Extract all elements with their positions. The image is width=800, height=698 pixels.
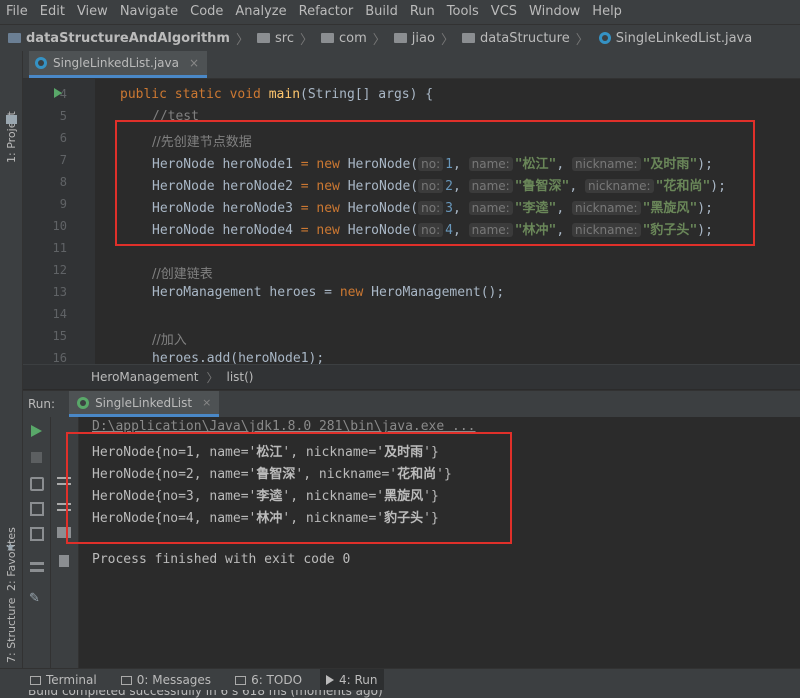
- run-gutter-icon[interactable]: [54, 88, 62, 98]
- bottom-tool-bar: Terminal 0: Messages 6: TODO 4: Run: [0, 668, 800, 691]
- menu-bar: File Edit View Navigate Code Analyze Refactor B…: [0, 0, 800, 24]
- line-number: 14: [52, 307, 67, 321]
- line-number: 8: [59, 175, 67, 189]
- status-message: Build completed successfully in 6 s 618 …: [28, 690, 383, 698]
- messages-tab[interactable]: 0: Messages: [115, 669, 217, 691]
- line-number: 16: [52, 351, 67, 365]
- code-highlight-box: [115, 120, 755, 246]
- left-tool-strip: 1: Project 2: Favorites ★ 7: Structure: [0, 51, 23, 668]
- menu-refactor[interactable]: Refactor: [293, 0, 360, 24]
- editor-breadcrumb: HeroManagement 〉 list(): [23, 364, 800, 389]
- folder-icon: [393, 33, 407, 43]
- pin-icon[interactable]: ✎: [29, 592, 43, 606]
- breadcrumb-com[interactable]: com 〉: [313, 29, 386, 48]
- java-class-icon: [35, 57, 47, 69]
- code-line-16: heroes.add(heroNode1);: [152, 351, 325, 364]
- structure-tool-tab[interactable]: 7: Structure: [5, 598, 18, 663]
- menu-analyze[interactable]: Analyze: [229, 0, 292, 24]
- breadcrumb-class[interactable]: HeroManagement: [91, 370, 198, 384]
- code-line-4: public static void main(String[] args) {: [120, 87, 434, 102]
- menu-code[interactable]: Code: [184, 0, 229, 24]
- breadcrumb-file[interactable]: SingleLinkedList.java: [589, 31, 752, 46]
- menu-help[interactable]: Help: [586, 0, 628, 24]
- line-number: 11: [52, 241, 67, 255]
- menu-view[interactable]: View: [71, 0, 114, 24]
- menu-navigate[interactable]: Navigate: [114, 0, 184, 24]
- folder-icon: [257, 33, 270, 43]
- code-line-15: //加入: [152, 333, 187, 348]
- line-number: 5: [59, 109, 67, 123]
- menu-file[interactable]: File: [0, 0, 34, 24]
- menu-tools[interactable]: Tools: [441, 0, 485, 24]
- favorites-tool-tab[interactable]: 2: Favorites: [5, 527, 18, 591]
- settings-icon[interactable]: [30, 502, 44, 516]
- menu-edit[interactable]: Edit: [34, 0, 71, 24]
- code-line-12: //创建链表: [152, 267, 213, 282]
- close-icon[interactable]: ×: [202, 396, 211, 409]
- todo-icon: [235, 675, 247, 685]
- project-folder-icon: [8, 33, 21, 43]
- run-icon: [326, 675, 335, 685]
- breadcrumb-datastructure[interactable]: dataStructure 〉: [454, 29, 589, 48]
- menu-build[interactable]: Build: [359, 0, 404, 24]
- line-number: 7: [59, 153, 67, 167]
- run-config-icon: [77, 396, 90, 409]
- terminal-icon: [30, 675, 41, 685]
- line-number: 6: [59, 131, 67, 145]
- run-tab[interactable]: SingleLinkedList ×: [69, 391, 220, 417]
- line-number: 10: [52, 219, 67, 233]
- editor-tab-bar: SingleLinkedList.java ×: [23, 51, 800, 79]
- line-number: 12: [52, 263, 67, 277]
- java-class-icon: [598, 32, 611, 44]
- run-label: Run:: [28, 397, 56, 411]
- folder-icon: [321, 33, 334, 43]
- breadcrumb-project[interactable]: dataStructureAndAlgorithm 〉: [0, 29, 249, 48]
- rerun-icon[interactable]: [31, 425, 42, 437]
- menu-window[interactable]: Window: [523, 0, 586, 24]
- exit-icon[interactable]: [30, 527, 44, 541]
- navigation-bar: dataStructureAndAlgorithm 〉 src 〉 com 〉 jia…: [0, 24, 800, 52]
- star-icon: ★: [5, 540, 16, 554]
- folder-icon: [461, 33, 475, 43]
- editor-gutter: 4 5 6 7 8 9 10 11 12 13 14 15 16: [23, 79, 95, 365]
- run-panel-header: Run: SingleLinkedList ×: [23, 390, 800, 417]
- breadcrumb-method[interactable]: list(): [226, 370, 253, 384]
- run-tool-tab[interactable]: 4: Run: [320, 669, 384, 691]
- console-exit-message: Process finished with exit code 0: [92, 552, 351, 567]
- camera-icon[interactable]: [30, 477, 44, 491]
- output-highlight-box: [66, 432, 512, 544]
- line-number: 15: [52, 329, 67, 343]
- close-icon[interactable]: ×: [189, 56, 199, 70]
- breadcrumb-jiao[interactable]: jiao 〉: [386, 29, 454, 48]
- line-number: 9: [59, 197, 67, 211]
- project-icon: [6, 115, 17, 124]
- status-bar: Build completed successfully in 6 s 618 …: [0, 690, 800, 698]
- trash-icon[interactable]: [59, 555, 69, 567]
- menu-run[interactable]: Run: [404, 0, 441, 24]
- messages-icon: [120, 675, 132, 685]
- breadcrumb-src[interactable]: src 〉: [249, 29, 313, 48]
- terminal-tab[interactable]: Terminal: [24, 669, 103, 691]
- code-line-13: HeroManagement heroes = new HeroManageme…: [152, 285, 505, 300]
- layout-icon[interactable]: [30, 562, 44, 572]
- stop-icon[interactable]: [31, 452, 42, 463]
- menu-vcs[interactable]: VCS: [485, 0, 523, 24]
- line-number: 13: [52, 285, 67, 299]
- todo-tab[interactable]: 6: TODO: [229, 669, 308, 691]
- run-toolbar-primary: ✎: [23, 417, 51, 668]
- editor-tab-singlelinkedlist[interactable]: SingleLinkedList.java ×: [29, 51, 208, 78]
